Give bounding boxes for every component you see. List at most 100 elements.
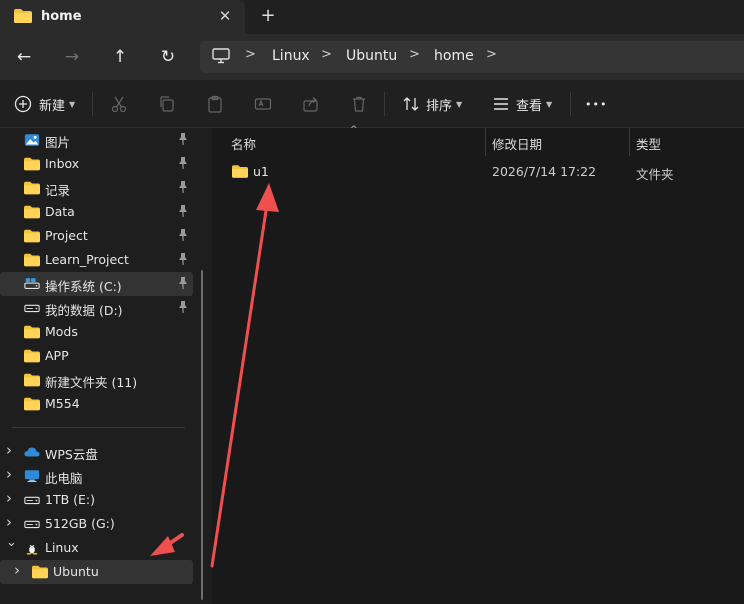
chevron-right-icon[interactable]: › <box>6 513 12 531</box>
pin-icon[interactable] <box>178 301 188 316</box>
sidebar-item-inbox[interactable]: Inbox <box>0 152 193 176</box>
sidebar-item-label: Inbox <box>45 156 80 171</box>
share-icon <box>303 97 318 112</box>
new-tab-button[interactable]: + <box>258 6 278 26</box>
sidebar-item-label: 操作系统 (C:) <box>45 279 122 294</box>
folder-icon <box>14 9 32 23</box>
sidebar-item-mods[interactable]: Mods <box>0 320 193 344</box>
delete-button[interactable] <box>350 92 368 116</box>
drive-icon <box>24 493 40 507</box>
navigation-bar: ← → ↑ ↻ > Linux > Ubuntu > home > <box>0 34 744 80</box>
picture-icon <box>24 133 40 147</box>
pin-icon[interactable] <box>178 205 188 220</box>
sidebar-item-learn-project[interactable]: Learn_Project <box>0 248 193 272</box>
sidebar-item-quick-0[interactable]: 图片 <box>0 128 193 152</box>
breadcrumb-home[interactable]: home <box>434 48 474 64</box>
chevron-right-icon[interactable]: › <box>6 441 12 459</box>
pin-icon[interactable] <box>178 253 188 268</box>
paste-button[interactable] <box>206 92 224 116</box>
column-header-type[interactable]: 类型 <box>636 134 661 153</box>
breadcrumb-separator[interactable]: > <box>321 47 332 62</box>
new-button[interactable]: 新建 ▼ <box>14 92 75 116</box>
copy-button[interactable] <box>158 92 176 116</box>
back-button[interactable]: ← <box>10 43 38 71</box>
sidebar-item-label: 512GB (G:) <box>45 516 115 531</box>
sidebar-item-label: 图片 <box>45 135 71 150</box>
chevron-right-icon[interactable]: › <box>6 465 12 483</box>
view-button[interactable]: 查看 ▼ <box>492 92 552 116</box>
sidebar-item-label: 1TB (E:) <box>45 492 95 507</box>
sidebar-item-wps[interactable]: › WPS云盘 <box>0 440 193 464</box>
breadcrumb-separator[interactable]: > <box>486 47 497 62</box>
sidebar-item-label: 新建文件夹 (11) <box>45 375 138 390</box>
share-button[interactable] <box>302 92 320 116</box>
folder-icon <box>24 397 40 411</box>
sidebar-item-label: Linux <box>45 540 79 555</box>
chevron-right-icon[interactable]: › <box>14 561 20 579</box>
sidebar-item-tree-1[interactable]: › 此电脑 <box>0 464 193 488</box>
sidebar-scrollbar[interactable] <box>201 270 203 600</box>
cloud-icon <box>24 445 40 459</box>
computer-icon <box>212 48 230 64</box>
pc-icon <box>24 469 40 483</box>
sidebar-item-label: 此电脑 <box>45 471 83 486</box>
breadcrumb-separator[interactable]: > <box>245 47 256 62</box>
title-bar: home ✕ + <box>0 0 744 34</box>
folder-icon <box>24 205 40 219</box>
command-divider <box>384 92 385 116</box>
sidebar-item-project[interactable]: Project <box>0 224 193 248</box>
breadcrumb-ubuntu[interactable]: Ubuntu <box>346 48 397 64</box>
sidebar-item-quick-2[interactable]: 记录 <box>0 176 193 200</box>
sidebar-item-label: WPS云盘 <box>45 447 98 462</box>
folder-icon <box>232 165 248 178</box>
folder-icon <box>32 565 48 579</box>
sidebar-item-app[interactable]: APP <box>0 344 193 368</box>
tab-title: home <box>41 9 82 24</box>
sidebar-item-label: Mods <box>45 324 78 339</box>
command-divider <box>92 92 93 116</box>
sort-button[interactable]: 排序 ▼ <box>402 92 462 116</box>
cut-button[interactable] <box>110 92 128 116</box>
sidebar-item-label: 记录 <box>45 183 71 198</box>
new-label: 新建 <box>39 98 66 114</box>
column-divider[interactable] <box>629 128 630 156</box>
folder-icon <box>24 349 40 363</box>
file-row[interactable]: u1 2026/7/14 17:22 文件夹 <box>224 158 744 184</box>
sidebar-item-ubuntu[interactable]: › Ubuntu <box>0 560 193 584</box>
drive-c-icon <box>24 277 40 291</box>
breadcrumb-separator[interactable]: > <box>409 47 420 62</box>
pin-icon[interactable] <box>178 157 188 172</box>
sidebar-item-c[interactable]: 操作系统 (C:) <box>0 272 193 296</box>
more-options-button[interactable]: ••• <box>585 92 607 116</box>
sidebar-item-1tb-e[interactable]: › 1TB (E:) <box>0 488 193 512</box>
sidebar-item-11[interactable]: 新建文件夹 (11) <box>0 368 193 392</box>
column-header-date[interactable]: 修改日期 <box>492 134 542 153</box>
folder-icon <box>24 229 40 243</box>
sidebar-item-d[interactable]: 我的数据 (D:) <box>0 296 193 320</box>
forward-button[interactable]: → <box>58 43 86 71</box>
pin-icon[interactable] <box>178 181 188 196</box>
sidebar-item-linux[interactable]: ⌄ Linux <box>0 535 193 560</box>
breadcrumb-linux[interactable]: Linux <box>272 48 310 64</box>
pin-icon[interactable] <box>178 133 188 148</box>
rename-button[interactable] <box>254 92 272 116</box>
sidebar-item-m554[interactable]: M554 <box>0 392 193 416</box>
folder-icon <box>24 373 40 387</box>
column-header-name[interactable]: 名称 <box>231 134 256 153</box>
folder-icon <box>24 181 40 195</box>
tab-home[interactable]: home ✕ <box>0 0 245 34</box>
chevron-right-icon[interactable]: › <box>6 489 12 507</box>
address-bar[interactable]: > Linux > Ubuntu > home > <box>200 41 744 73</box>
refresh-button[interactable]: ↻ <box>154 43 182 71</box>
up-button[interactable]: ↑ <box>106 43 134 71</box>
scissors-icon <box>111 96 127 113</box>
pin-icon[interactable] <box>178 229 188 244</box>
sidebar-item-data[interactable]: Data <box>0 200 193 224</box>
sidebar-item-label: Learn_Project <box>45 252 129 267</box>
column-divider[interactable] <box>485 128 486 156</box>
close-tab-icon[interactable]: ✕ <box>216 7 234 25</box>
chevron-down-icon[interactable]: ⌄ <box>6 535 17 550</box>
sidebar-item-512gb-g[interactable]: › 512GB (G:) <box>0 512 193 536</box>
pin-icon[interactable] <box>178 277 188 292</box>
folder-icon <box>24 325 40 339</box>
